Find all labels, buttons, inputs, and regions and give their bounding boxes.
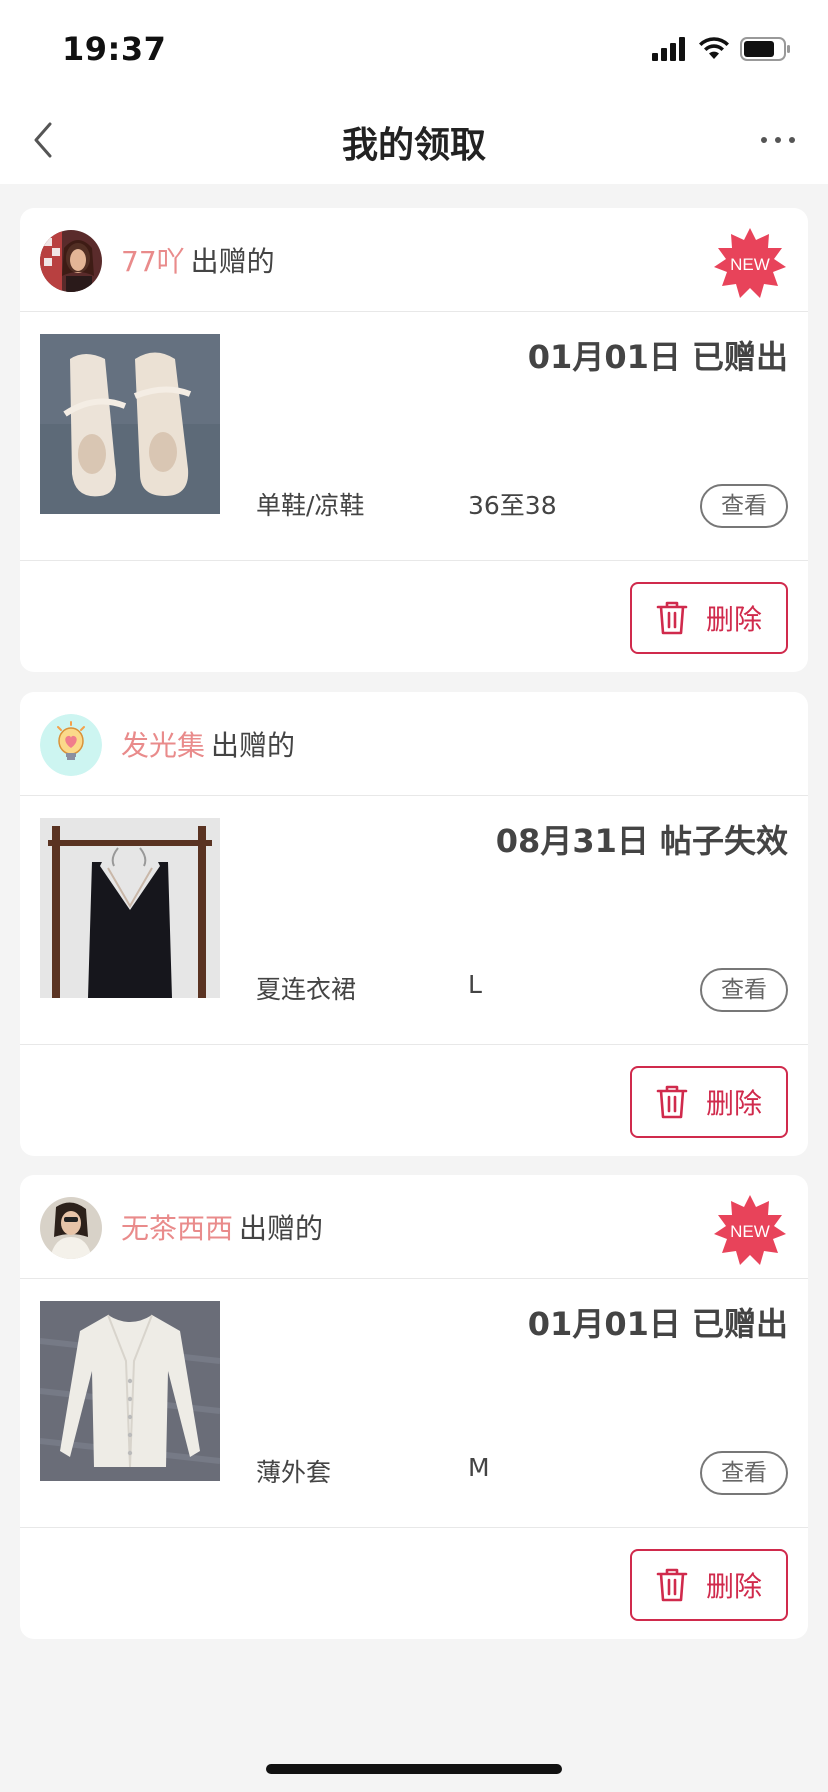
new-badge-icon: NEW — [714, 1195, 786, 1265]
divider — [20, 1044, 808, 1045]
card-header: 77吖 出赠的 NEW — [20, 208, 808, 312]
trash-icon — [656, 1568, 688, 1602]
giver-name[interactable]: 77吖 — [121, 245, 185, 278]
page-title: 我的领取 — [341, 125, 486, 166]
new-badge-text: NEW — [730, 255, 770, 274]
status-icons — [652, 36, 792, 62]
wifi-icon — [699, 37, 729, 59]
delete-button[interactable]: 删除 — [630, 1066, 788, 1138]
claim-card: 无茶西西 出赠的 NEW 01月01日 已赠出 薄外套 M 查看 删除 — [20, 1175, 808, 1639]
nav-bar: 我的领取 — [0, 100, 828, 184]
giver-name[interactable]: 无茶西西 — [121, 1212, 233, 1245]
giver-suffix: 出赠的 — [190, 245, 275, 278]
item-category: 薄外套 — [256, 1458, 332, 1487]
giver-suffix: 出赠的 — [211, 729, 296, 762]
item-thumbnail[interactable] — [40, 334, 220, 514]
claim-status: 01月01日 已赠出 — [527, 338, 788, 376]
divider — [20, 1527, 808, 1528]
giver-line: 发光集 出赠的 — [121, 724, 295, 764]
view-button[interactable]: 查看 — [700, 968, 788, 1012]
status-time: 19:37 — [62, 30, 167, 68]
item-size: 36至38 — [468, 491, 557, 520]
item-thumbnail[interactable] — [40, 818, 220, 998]
home-indicator — [266, 1764, 562, 1774]
giver-name[interactable]: 发光集 — [121, 729, 205, 762]
more-horizontal-icon[interactable] — [758, 128, 798, 152]
item-size: L — [468, 970, 482, 999]
item-thumbnail[interactable] — [40, 1301, 220, 1481]
delete-label: 删除 — [705, 1570, 762, 1603]
claim-card: 发光集 出赠的 08月31日 帖子失效 夏连衣裙 L 查看 删除 — [20, 692, 808, 1156]
new-badge-icon: NEW — [714, 228, 786, 298]
trash-icon — [656, 1085, 688, 1119]
trash-icon — [656, 601, 688, 635]
avatar[interactable] — [40, 230, 102, 292]
claim-status: 01月01日 已赠出 — [527, 1305, 788, 1343]
item-category: 单鞋/凉鞋 — [256, 491, 365, 520]
card-header: 无茶西西 出赠的 NEW — [20, 1175, 808, 1279]
giver-line: 无茶西西 出赠的 — [121, 1207, 323, 1247]
item-category: 夏连衣裙 — [256, 975, 357, 1004]
giver-line: 77吖 出赠的 — [121, 240, 275, 280]
view-button[interactable]: 查看 — [700, 484, 788, 528]
claim-status: 08月31日 帖子失效 — [495, 822, 788, 860]
item-size: M — [468, 1453, 490, 1482]
avatar[interactable] — [40, 1197, 102, 1259]
divider — [20, 560, 808, 561]
view-button[interactable]: 查看 — [700, 1451, 788, 1495]
delete-button[interactable]: 删除 — [630, 582, 788, 654]
delete-button[interactable]: 删除 — [630, 1549, 788, 1621]
signal-icon — [652, 37, 685, 61]
delete-label: 删除 — [705, 603, 762, 636]
new-badge-text: NEW — [730, 1222, 770, 1241]
avatar[interactable] — [40, 714, 102, 776]
claim-card: 77吖 出赠的 NEW 01月01日 已赠出 单鞋/凉鞋 36至38 查看 删除 — [20, 208, 808, 672]
giver-suffix: 出赠的 — [239, 1212, 324, 1245]
status-bar: 19:37 — [0, 0, 828, 100]
delete-label: 删除 — [705, 1087, 762, 1120]
battery-icon — [740, 37, 790, 61]
card-header: 发光集 出赠的 — [20, 692, 808, 796]
